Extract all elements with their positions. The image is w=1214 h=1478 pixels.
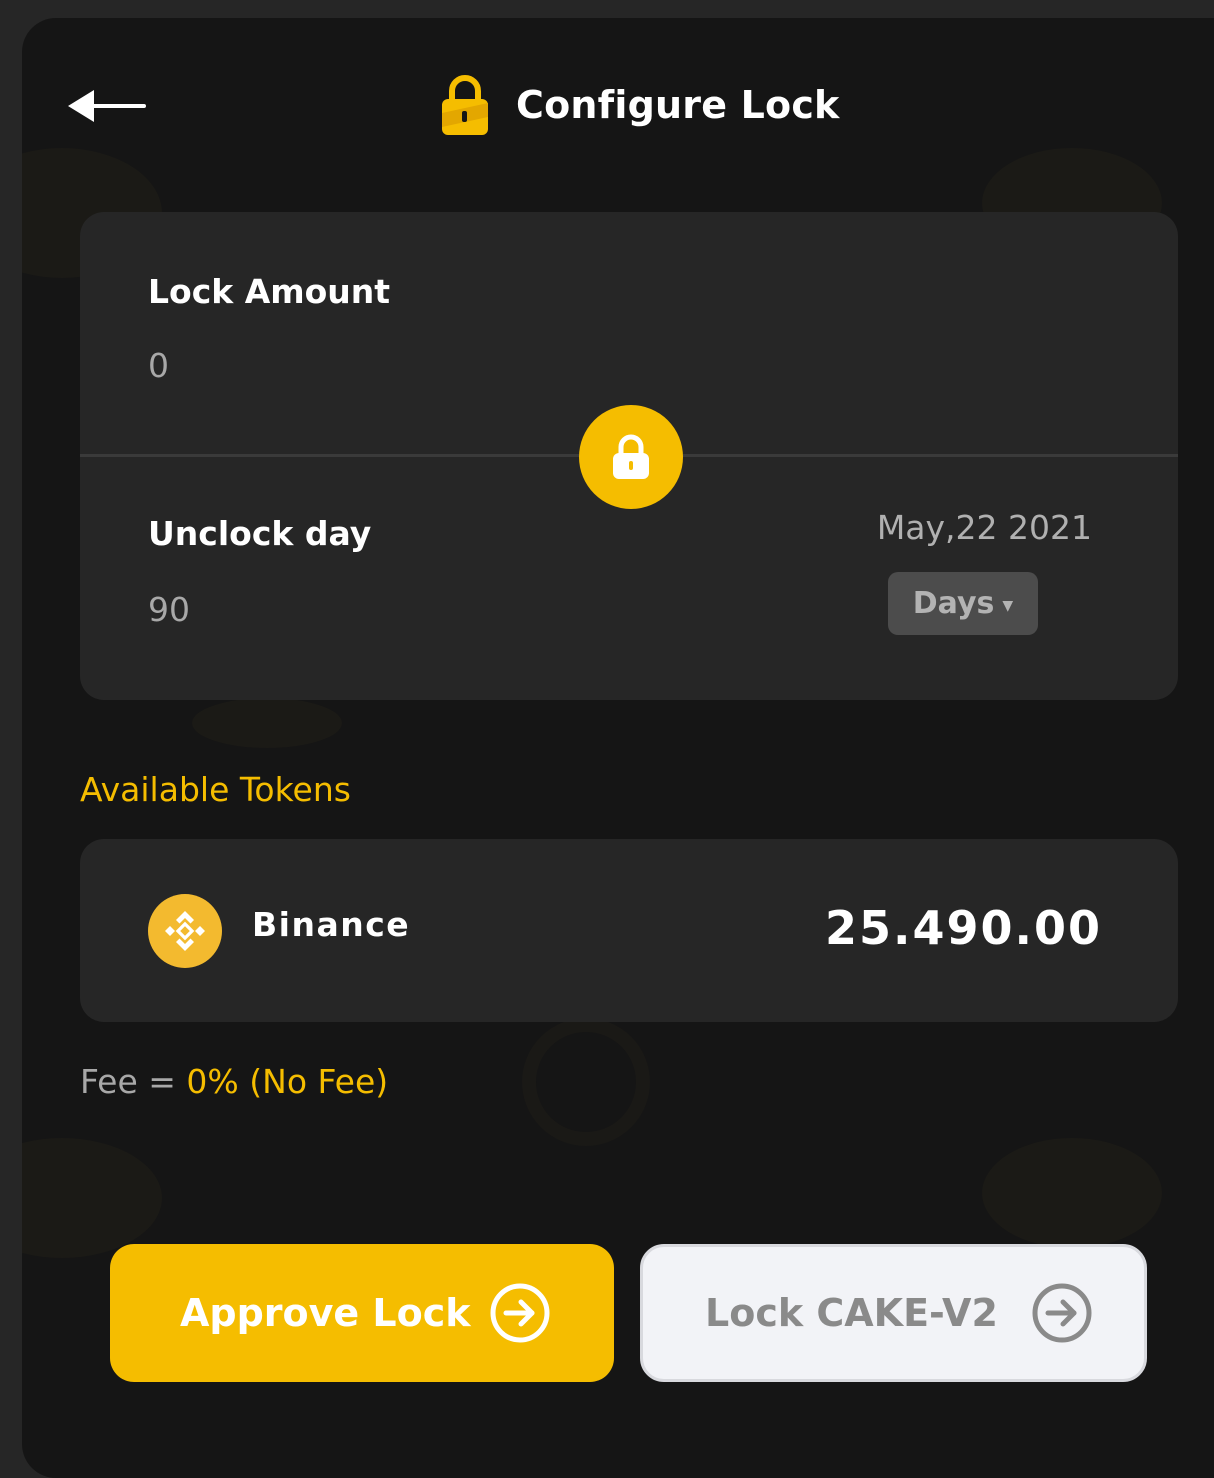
lock-amount-label: Lock Amount xyxy=(148,272,391,311)
binance-logo-icon xyxy=(165,911,205,951)
fee-label: Fee = xyxy=(80,1062,187,1101)
background-coin xyxy=(22,1138,162,1258)
unlock-day-input[interactable]: 90 xyxy=(148,590,190,629)
background-coin xyxy=(522,1018,650,1146)
fee-value: 0% (No Fee) xyxy=(186,1062,389,1101)
unit-select[interactable]: Days ▼ xyxy=(888,572,1038,635)
background-coin xyxy=(192,698,342,748)
token-balance: 25.490.00 xyxy=(825,901,1102,955)
available-tokens-heading: Available Tokens xyxy=(80,770,351,809)
lock-token-button[interactable]: Lock CAKE-V2 xyxy=(640,1244,1147,1382)
token-row[interactable]: Binance 25.490.00 xyxy=(80,839,1178,1022)
arrow-right-circle-icon xyxy=(490,1283,550,1343)
token-name: Binance xyxy=(252,905,411,944)
page-header: Configure Lock xyxy=(440,70,840,140)
approve-lock-label: Approve Lock xyxy=(180,1291,471,1335)
lock-config-card: Lock Amount 0 Unclock day 90 May,22 2021… xyxy=(80,212,1178,700)
page-title: Configure Lock xyxy=(516,83,840,127)
arrow-right-circle-icon xyxy=(1032,1283,1092,1343)
background-coin xyxy=(982,1138,1162,1248)
binance-icon xyxy=(148,894,222,968)
caret-down-icon: ▼ xyxy=(1002,597,1014,614)
unlock-date: May,22 2021 xyxy=(876,508,1092,547)
padlock-icon xyxy=(442,75,488,135)
fee-info: Fee = 0% (No Fee) xyxy=(80,1062,388,1101)
back-button[interactable] xyxy=(66,84,148,128)
configure-lock-panel: Configure Lock Lock Amount 0 Unclock day… xyxy=(22,18,1214,1478)
back-arrow-icon xyxy=(68,90,146,122)
lock-token-label: Lock CAKE-V2 xyxy=(705,1291,998,1335)
lock-amount-input[interactable]: 0 xyxy=(148,346,169,385)
unlock-day-label: Unclock day xyxy=(148,514,372,553)
lock-toggle-button[interactable] xyxy=(579,405,683,509)
lock-icon xyxy=(613,434,649,479)
approve-lock-button[interactable]: Approve Lock xyxy=(110,1244,614,1382)
unit-select-label: Days xyxy=(912,586,995,621)
